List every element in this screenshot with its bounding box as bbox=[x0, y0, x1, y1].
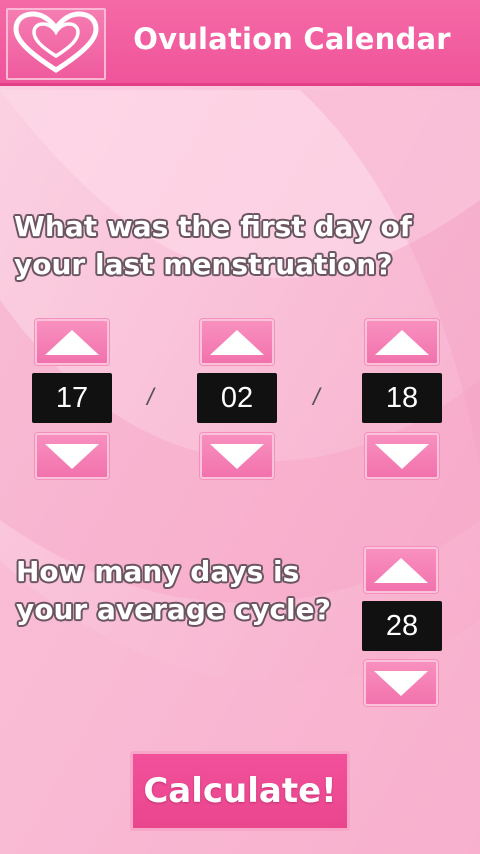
triangle-up-icon bbox=[210, 330, 264, 355]
day-value: 17 bbox=[32, 373, 112, 423]
question-cycle-line1: How many days is bbox=[16, 555, 300, 588]
triangle-down-icon bbox=[210, 444, 264, 469]
question-first-day-line1: What was the first day of bbox=[14, 210, 412, 243]
triangle-down-icon bbox=[45, 444, 99, 469]
question-first-day-line2: your last menstruation? bbox=[14, 248, 393, 281]
triangle-up-icon bbox=[375, 330, 429, 355]
heart-icon bbox=[13, 11, 99, 73]
triangle-down-icon bbox=[375, 444, 429, 469]
triangle-up-icon bbox=[45, 330, 99, 355]
triangle-down-icon bbox=[374, 671, 428, 696]
cycle-down-button[interactable] bbox=[364, 660, 438, 706]
app-logo bbox=[6, 8, 106, 80]
question-cycle-length: How many days is your average cycle? bbox=[16, 553, 356, 629]
calculate-button[interactable]: Calculate! bbox=[130, 751, 350, 831]
month-value: 02 bbox=[197, 373, 277, 423]
day-down-button[interactable] bbox=[35, 433, 109, 479]
cycle-up-button[interactable] bbox=[364, 547, 438, 593]
year-up-button[interactable] bbox=[365, 319, 439, 365]
app-header: Ovulation Calendar bbox=[0, 0, 480, 86]
background bbox=[0, 0, 480, 854]
triangle-up-icon bbox=[374, 558, 428, 583]
month-down-button[interactable] bbox=[200, 433, 274, 479]
date-separator-2: / bbox=[313, 384, 320, 411]
cycle-days-value: 28 bbox=[362, 601, 442, 651]
day-up-button[interactable] bbox=[35, 319, 109, 365]
app-title: Ovulation Calendar bbox=[133, 22, 451, 56]
month-up-button[interactable] bbox=[200, 319, 274, 365]
date-separator-1: / bbox=[147, 384, 154, 411]
year-value: 18 bbox=[362, 373, 442, 423]
question-first-day: What was the first day of your last mens… bbox=[14, 208, 454, 284]
question-cycle-line2: your average cycle? bbox=[16, 593, 331, 626]
year-down-button[interactable] bbox=[365, 433, 439, 479]
